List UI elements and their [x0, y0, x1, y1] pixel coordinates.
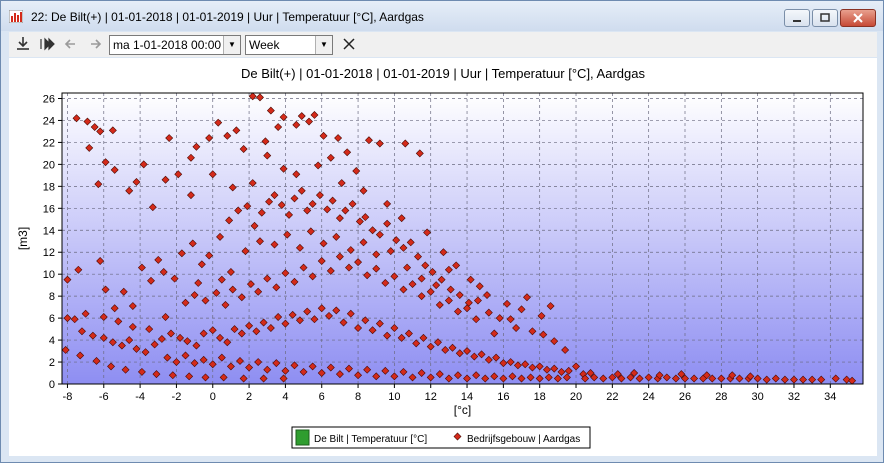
- y-axis: 02468101214161820222426: [43, 93, 62, 391]
- minimize-icon: [793, 20, 801, 22]
- x-tick-label: -6: [99, 391, 109, 403]
- y-tick-label: 20: [43, 159, 55, 171]
- x-tick-label: 8: [355, 391, 361, 403]
- x-tick-label: 22: [606, 391, 618, 403]
- maximize-icon: [820, 13, 830, 22]
- forward-button[interactable]: [85, 35, 105, 53]
- skip-button[interactable]: [37, 35, 57, 53]
- maximize-button[interactable]: [812, 9, 838, 27]
- x-tick-label: 32: [788, 391, 800, 403]
- x-tick-label: 6: [319, 391, 325, 403]
- x-tick-label: 4: [282, 391, 288, 403]
- x-axis-label: [°c]: [454, 403, 471, 417]
- period-select-value: Week: [249, 38, 280, 52]
- x-axis: -8 -6 -4 -2 0 2 4 6 8 10 12 14 16 18 20 22 24 26 28 30 32 34: [63, 384, 836, 403]
- x-tick-label: 16: [497, 391, 509, 403]
- close-icon: [343, 38, 355, 50]
- toolbar: ma 1-01-2018 00:00 ▼ Week ▼: [9, 32, 877, 57]
- minimize-button[interactable]: [784, 9, 810, 27]
- y-axis-label: [m3]: [16, 227, 30, 250]
- back-button[interactable]: [61, 35, 81, 53]
- y-tick-label: 14: [43, 225, 55, 237]
- y-tick-label: 26: [43, 93, 55, 105]
- y-tick-label: 24: [43, 115, 55, 127]
- y-tick-label: 0: [49, 379, 55, 391]
- download-button[interactable]: [13, 35, 33, 53]
- x-tick-label: 10: [388, 391, 400, 403]
- skip-icon: [40, 37, 55, 51]
- x-tick-label: 28: [715, 391, 727, 403]
- legend-swatch-temperature: [295, 429, 310, 446]
- x-tick-label: 26: [679, 391, 691, 403]
- scatter-chart: De Bilt(+) | 01-01-2018 | 01-01-2019 | U…: [16, 66, 864, 449]
- x-tick-label: 34: [824, 391, 836, 403]
- y-tick-label: 4: [49, 335, 55, 347]
- y-tick-label: 8: [49, 291, 55, 303]
- x-tick-label: 2: [246, 391, 252, 403]
- close-icon: [853, 13, 863, 23]
- clear-button[interactable]: [339, 35, 359, 53]
- y-tick-label: 10: [43, 269, 55, 281]
- close-window-button[interactable]: [840, 9, 876, 27]
- x-tick-label: -2: [172, 391, 182, 403]
- window-title: 22: De Bilt(+) | 01-01-2018 | 01-01-2019…: [31, 10, 424, 24]
- chart-title: De Bilt(+) | 01-01-2018 | 01-01-2019 | U…: [241, 66, 645, 81]
- y-tick-label: 12: [43, 247, 55, 259]
- x-tick-label: 18: [534, 391, 546, 403]
- chevron-down-icon: ▼: [315, 36, 332, 54]
- legend-entry-temperature: De Bilt | Temperatuur [°C]: [314, 434, 427, 445]
- y-tick-label: 6: [49, 313, 55, 325]
- date-select-value: ma 1-01-2018 00:00: [113, 38, 222, 52]
- x-tick-label: 20: [570, 391, 582, 403]
- back-arrow-icon: [64, 39, 75, 49]
- y-tick-label: 22: [43, 137, 55, 149]
- app-window: 22: De Bilt(+) | 01-01-2018 | 01-01-2019…: [0, 0, 884, 463]
- x-tick-label: 0: [210, 391, 216, 403]
- legend: De Bilt | Temperatuur [°C] Bedrijfsgebou…: [291, 426, 591, 449]
- y-tick-label: 2: [49, 357, 55, 369]
- chevron-down-icon: ▼: [223, 36, 240, 54]
- y-tick-label: 18: [43, 181, 55, 193]
- forward-arrow-icon: [91, 39, 102, 49]
- x-tick-label: 12: [425, 391, 437, 403]
- chart-panel: De Bilt(+) | 01-01-2018 | 01-01-2019 | U…: [9, 58, 877, 456]
- legend-entry-aardgas: Bedrijfsgebouw | Aardgas: [467, 434, 580, 445]
- date-select[interactable]: ma 1-01-2018 00:00 ▼: [109, 35, 241, 55]
- y-tick-label: 16: [43, 203, 55, 215]
- title-bar: 22: De Bilt(+) | 01-01-2018 | 01-01-2019…: [1, 1, 883, 31]
- bar-chart-icon: [9, 10, 23, 23]
- period-select[interactable]: Week ▼: [245, 35, 333, 55]
- download-icon: [17, 37, 29, 50]
- x-tick-label: 24: [643, 391, 655, 403]
- x-tick-label: 30: [752, 391, 764, 403]
- x-tick-label: 14: [461, 391, 473, 403]
- x-tick-label: -8: [63, 391, 73, 403]
- x-tick-label: -4: [135, 391, 145, 403]
